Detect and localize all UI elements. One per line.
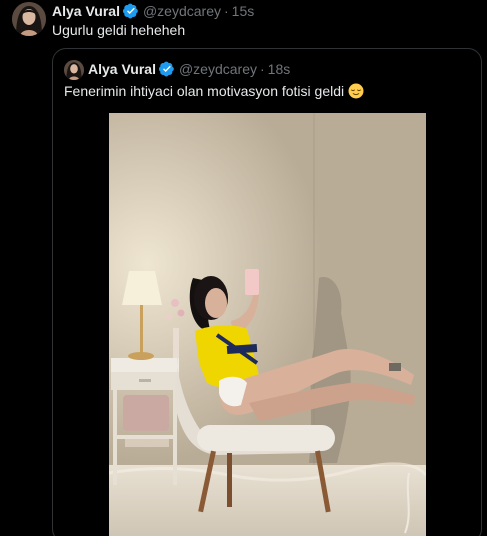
quoted-avatar	[64, 60, 84, 80]
tweet-header: Alya Vural @zeydcarey · 15s	[52, 3, 254, 19]
verified-badge-icon	[158, 61, 174, 77]
quoted-author-handle: @zeydcarey	[178, 61, 257, 77]
avatar[interactable]	[12, 2, 46, 36]
quoted-header: Alya Vural @zeydcarey · 18s	[88, 61, 290, 77]
quoted-author-name: Alya Vural	[88, 61, 156, 77]
verified-badge-icon	[122, 3, 138, 19]
quoted-tweet[interactable]: Alya Vural @zeydcarey · 18s Fenerimin ih…	[52, 48, 482, 536]
tweet-photo[interactable]	[109, 113, 426, 536]
tweet[interactable]: Alya Vural @zeydcarey · 15s Ugurlu geldi…	[0, 0, 487, 536]
quoted-tweet-text: Fenerimin ihtiyaci olan motivasyon fotis…	[64, 83, 345, 99]
timestamp[interactable]: 15s	[232, 3, 255, 19]
separator-dot: ·	[224, 3, 229, 19]
separator-dot: ·	[260, 61, 265, 77]
quoted-tweet-text-row: Fenerimin ihtiyaci olan motivasyon fotis…	[64, 83, 364, 99]
author-name[interactable]: Alya Vural	[52, 3, 120, 19]
tweet-text: Ugurlu geldi heheheh	[52, 22, 186, 38]
author-handle[interactable]: @zeydcarey	[143, 3, 221, 19]
quoted-timestamp: 18s	[267, 61, 291, 77]
relieved-face-emoji-icon	[348, 83, 364, 99]
